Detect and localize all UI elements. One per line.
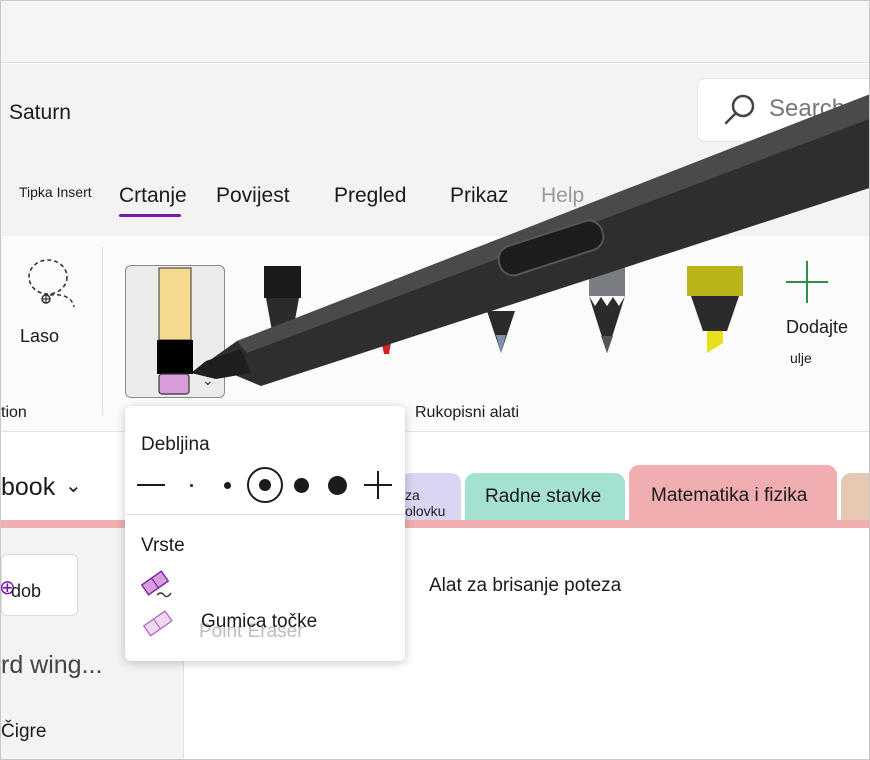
increase-thickness-button[interactable]: [358, 463, 398, 507]
group-label-ink: Rukopisni alati: [415, 404, 520, 421]
thickness-dot: [327, 475, 347, 495]
thickness-option[interactable]: [281, 463, 321, 507]
notebook-chevron-icon[interactable]: ⌄: [65, 473, 82, 498]
thickness-dot: [293, 477, 309, 493]
top-strip: [1, 1, 869, 63]
add-page-label: dob: [11, 581, 42, 601]
page-item[interactable]: Čigre: [1, 721, 46, 743]
section-tab-active[interactable]: Matematika i fizika: [629, 465, 837, 523]
point-eraser-icon[interactable]: [141, 609, 175, 639]
tab-history[interactable]: Povijest: [216, 184, 290, 208]
section-tab[interactable]: za olovku: [401, 473, 461, 523]
minus-icon: [137, 484, 165, 486]
tab-view[interactable]: Prikaz: [450, 184, 508, 208]
thickness-option[interactable]: [207, 463, 247, 507]
add-icon[interactable]: [784, 259, 830, 305]
thickness-option-selected[interactable]: [245, 463, 285, 507]
note-text[interactable]: Alat za brisanje poteza: [429, 575, 621, 597]
dropdown-divider: [125, 514, 405, 515]
lasso-icon[interactable]: [16, 255, 76, 310]
selected-ring: [247, 467, 283, 503]
chevron-down-icon[interactable]: ⌄: [202, 372, 214, 389]
plus-icon: [364, 471, 392, 499]
section-tab[interactable]: Radne stavke: [465, 473, 625, 523]
thickness-dot: [189, 483, 193, 487]
section-label: za olovku: [405, 487, 446, 519]
group-label-left: tion: [1, 404, 27, 421]
active-tab-indicator: [119, 214, 181, 217]
lasso-label[interactable]: Laso: [20, 326, 59, 347]
thickness-heading: Debljina: [141, 434, 210, 455]
section-label: Matematika i fizika: [651, 485, 808, 506]
tab-help[interactable]: Help: [541, 184, 584, 208]
thickness-option[interactable]: [171, 463, 211, 507]
thickness-dot: [223, 481, 231, 489]
tab-insert[interactable]: Tipka Insert: [19, 184, 92, 200]
app-window: Saturn Search Tipka Insert Crtanje Povij…: [0, 0, 870, 760]
tab-draw[interactable]: Crtanje: [119, 184, 187, 208]
thickness-option[interactable]: [317, 463, 357, 507]
add-pen-label[interactable]: Dodajte: [786, 317, 848, 338]
section-label: Radne stavke: [485, 486, 602, 507]
thickness-dot: [259, 479, 271, 491]
decrease-thickness-button[interactable]: [131, 463, 171, 507]
thickness-options: [131, 463, 396, 507]
notebook-title: Saturn: [9, 101, 71, 124]
search-icon: [724, 94, 755, 125]
stroke-eraser-icon[interactable]: [141, 569, 175, 599]
notebook-name[interactable]: book: [1, 473, 55, 502]
tab-review[interactable]: Pregled: [334, 184, 406, 208]
add-pen-sublabel: ulje: [790, 350, 812, 366]
point-eraser-label[interactable]: Gumica točke: [201, 611, 317, 633]
search-input[interactable]: Search: [769, 95, 845, 123]
ribbon-divider: [102, 247, 103, 415]
page-item[interactable]: rd wing...: [1, 651, 102, 680]
types-heading: Vrste: [141, 535, 185, 556]
section-tab[interactable]: [841, 473, 869, 523]
